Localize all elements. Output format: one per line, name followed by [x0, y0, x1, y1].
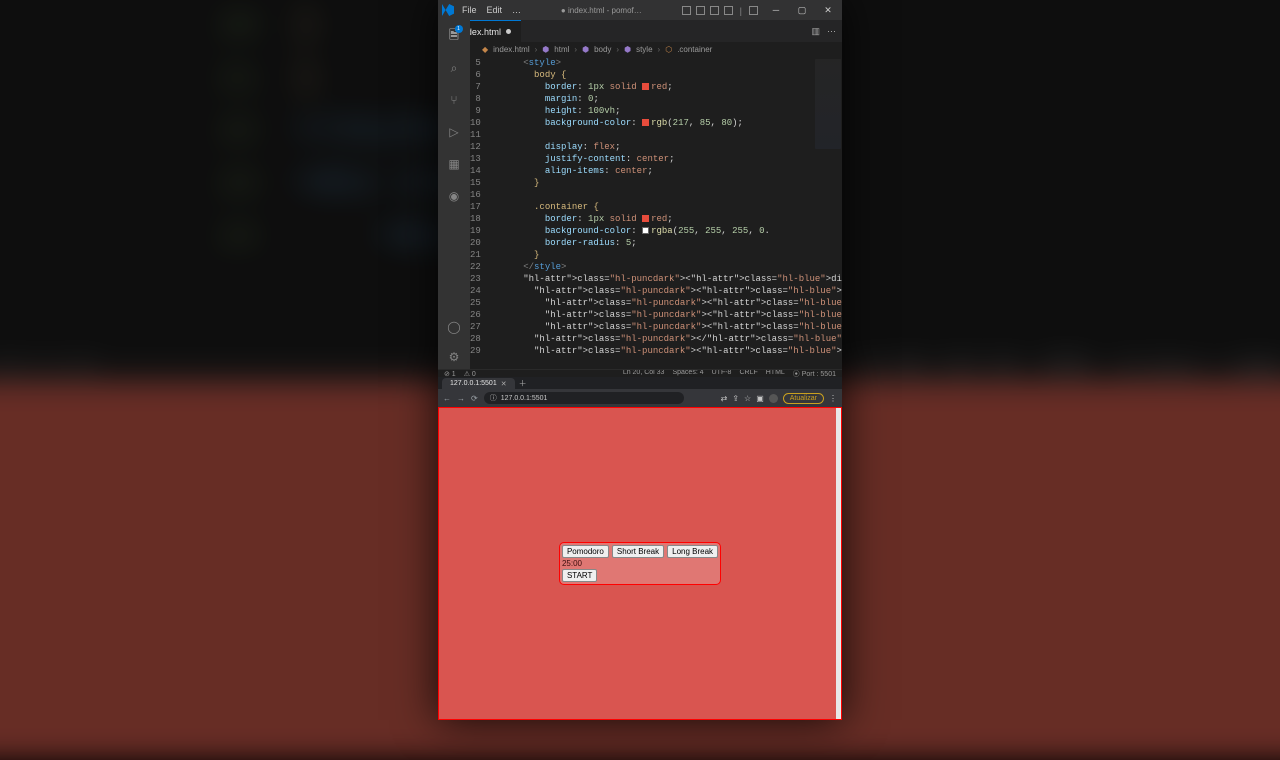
status-cursor[interactable]: Ln 20, Col 33 [623, 369, 665, 377]
minimap[interactable] [815, 59, 841, 149]
bookmark-icon[interactable]: ☆ [744, 394, 751, 403]
browser-tab-title: 127.0.0.1:5501 [450, 380, 497, 387]
browser-tabstrip: 127.0.0.1:5501 ✕ ＋ [438, 377, 842, 389]
reload-icon[interactable]: ⟳ [471, 394, 478, 403]
status-lang[interactable]: HTML [766, 369, 785, 377]
search-icon[interactable]: ⌕ [446, 60, 462, 76]
window-title: ● index.html - pomof… [521, 6, 682, 15]
menu-file[interactable]: File [462, 5, 477, 15]
window-maximize-icon[interactable]: ▢ [792, 5, 812, 16]
layout-controls[interactable]: | [682, 6, 758, 15]
status-liveserver[interactable]: ⦿ Port : 5501 [793, 369, 836, 377]
window-minimize-icon[interactable]: ─ [766, 5, 786, 16]
split-editor-icon[interactable]: ▥ [811, 26, 820, 37]
profile-avatar-icon[interactable] [769, 394, 778, 403]
run-debug-icon[interactable]: ▷ [446, 124, 462, 140]
extensions-icon[interactable]: ▦ [446, 156, 462, 172]
tab-close-icon[interactable]: ✕ [501, 380, 507, 388]
menu-edit[interactable]: Edit [487, 5, 503, 15]
status-warnings[interactable]: ⚠ 0 [464, 370, 476, 378]
status-spaces[interactable]: Spaces: 4 [672, 369, 703, 377]
status-eol[interactable]: CRLF [739, 369, 757, 377]
editor-tabstrip: ◆1 index.html ▥ ⋯ [438, 20, 842, 42]
breadcrumb[interactable]: ◆index.html ›⬢html ›⬢body ›⬢style ›⬡.con… [438, 42, 842, 57]
new-tab-icon[interactable]: ＋ [519, 378, 527, 389]
site-info-icon[interactable]: ⓘ [490, 393, 497, 403]
page-scrollbar[interactable] [836, 408, 841, 719]
vscode-titlebar: File Edit … ● index.html - pomof… | ─ ▢ … [438, 0, 842, 20]
browser-tab[interactable]: 127.0.0.1:5501 ✕ [442, 378, 515, 389]
menu-more[interactable]: … [512, 5, 521, 15]
sidepanel-icon[interactable]: ▣ [756, 394, 764, 403]
explorer-icon[interactable]: 🗎1 [446, 28, 462, 44]
status-encoding[interactable]: UTF-8 [712, 369, 732, 377]
long-break-button[interactable]: Long Break [667, 545, 718, 558]
rendered-page: Pomodoro Short Break Long Break 25:00 ST… [438, 407, 842, 720]
menu-icon[interactable]: ⋮ [829, 394, 837, 403]
address-text: 127.0.0.1:5501 [501, 395, 548, 402]
short-break-button[interactable]: Short Break [612, 545, 664, 558]
line-gutter: 5678910111213141516171819202122232425262… [470, 57, 491, 375]
address-bar[interactable]: ⓘ 127.0.0.1:5501 [484, 392, 684, 404]
activity-bar: 🗎1 ⌕ ⑂ ▷ ▦ ◉ ◯ ⚙ [438, 20, 470, 375]
share-icon[interactable]: ⇪ [732, 394, 739, 403]
update-button[interactable]: Atualizar [783, 393, 824, 404]
browser-window: 127.0.0.1:5501 ✕ ＋ ← → ⟳ ⓘ 127.0.0.1:550… [438, 377, 842, 720]
window-close-icon[interactable]: ✕ [818, 5, 838, 16]
start-button[interactable]: START [562, 569, 597, 582]
back-icon[interactable]: ← [443, 394, 451, 403]
modified-dot-icon [506, 29, 511, 34]
pomodoro-container: Pomodoro Short Break Long Break 25:00 ST… [559, 542, 721, 585]
status-errors[interactable]: ⊘ 1 [444, 370, 456, 378]
vscode-statusbar: ⊘ 1 ⚠ 0 Ln 20, Col 33 Spaces: 4 UTF-8 CR… [438, 369, 842, 377]
settings-gear-icon[interactable]: ⚙ [446, 349, 462, 365]
pomodoro-button[interactable]: Pomodoro [562, 545, 609, 558]
foreground-window: File Edit … ● index.html - pomof… | ─ ▢ … [438, 0, 842, 720]
account-icon[interactable]: ◯ [446, 319, 462, 335]
timer-display: 25:00 [561, 559, 719, 568]
vscode-logo-icon [442, 4, 454, 16]
browser-toolbar: ← → ⟳ ⓘ 127.0.0.1:5501 ⇄ ⇪ ☆ ▣ Atualizar… [438, 389, 842, 407]
code-content[interactable]: <style> body { border: 1px solid red; ma… [491, 57, 842, 375]
testing-icon[interactable]: ◉ [446, 188, 462, 204]
more-actions-icon[interactable]: ⋯ [827, 26, 836, 37]
code-editor[interactable]: 5678910111213141516171819202122232425262… [470, 57, 842, 375]
translate-icon[interactable]: ⇄ [721, 394, 728, 403]
source-control-icon[interactable]: ⑂ [446, 92, 462, 108]
forward-icon[interactable]: → [457, 394, 465, 403]
